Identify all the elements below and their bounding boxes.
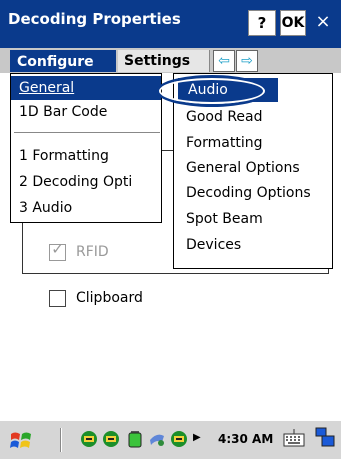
- menu-item-formatting[interactable]: 1 Formatting: [19, 148, 109, 164]
- submenu-item-good-read[interactable]: Good Read: [186, 109, 263, 125]
- check-icon: ✓: [51, 240, 64, 258]
- window-title: Decoding Properties: [8, 10, 181, 28]
- ok-button[interactable]: OK: [280, 10, 306, 36]
- menu-item-1d-bar-code[interactable]: 1D Bar Code: [19, 104, 107, 120]
- scroll-left-button[interactable]: ⇦: [213, 50, 235, 72]
- submenu-item-devices[interactable]: Devices: [186, 237, 241, 253]
- configure-menu: General 1D Bar Code 1 Formatting 2 Decod…: [10, 73, 162, 223]
- submenu-item-general-options[interactable]: General Options: [186, 160, 300, 176]
- keyboard-icon[interactable]: [283, 428, 305, 450]
- network-icon[interactable]: [102, 430, 120, 448]
- bluetooth-icon[interactable]: [148, 430, 166, 448]
- tray-separator: [60, 428, 62, 452]
- clock[interactable]: 4:30 AM: [218, 432, 273, 446]
- menu-separator: [14, 132, 160, 133]
- close-button[interactable]: ×: [310, 10, 336, 36]
- menu-item-decoding-options[interactable]: 2 Decoding Opti: [19, 174, 132, 190]
- clipboard-label: Clipboard: [76, 290, 143, 306]
- tab-configure[interactable]: Configure: [10, 50, 116, 72]
- help-button[interactable]: ?: [248, 10, 276, 36]
- submenu-item-formatting[interactable]: Formatting: [186, 135, 262, 151]
- desktop-icon[interactable]: [314, 426, 336, 450]
- battery-icon[interactable]: [126, 430, 144, 448]
- submenu-item-spot-beam[interactable]: Spot Beam: [186, 211, 263, 227]
- clipboard-checkbox[interactable]: [49, 290, 66, 307]
- tray-expand-icon[interactable]: ▶: [193, 432, 201, 443]
- network-icon[interactable]: [80, 430, 98, 448]
- tab-settings[interactable]: Settings: [118, 50, 210, 72]
- submenu-item-decoding-options[interactable]: Decoding Options: [186, 185, 311, 201]
- highlight-ring-inner: [159, 78, 265, 104]
- menu-item-label: General: [19, 80, 75, 96]
- rfid-label: RFID: [76, 244, 109, 260]
- menu-item-general[interactable]: General: [11, 76, 161, 100]
- scroll-right-button[interactable]: ⇨: [236, 50, 258, 72]
- network-icon[interactable]: [170, 430, 188, 448]
- start-icon[interactable]: [9, 430, 33, 452]
- menu-item-audio[interactable]: 3 Audio: [19, 200, 72, 216]
